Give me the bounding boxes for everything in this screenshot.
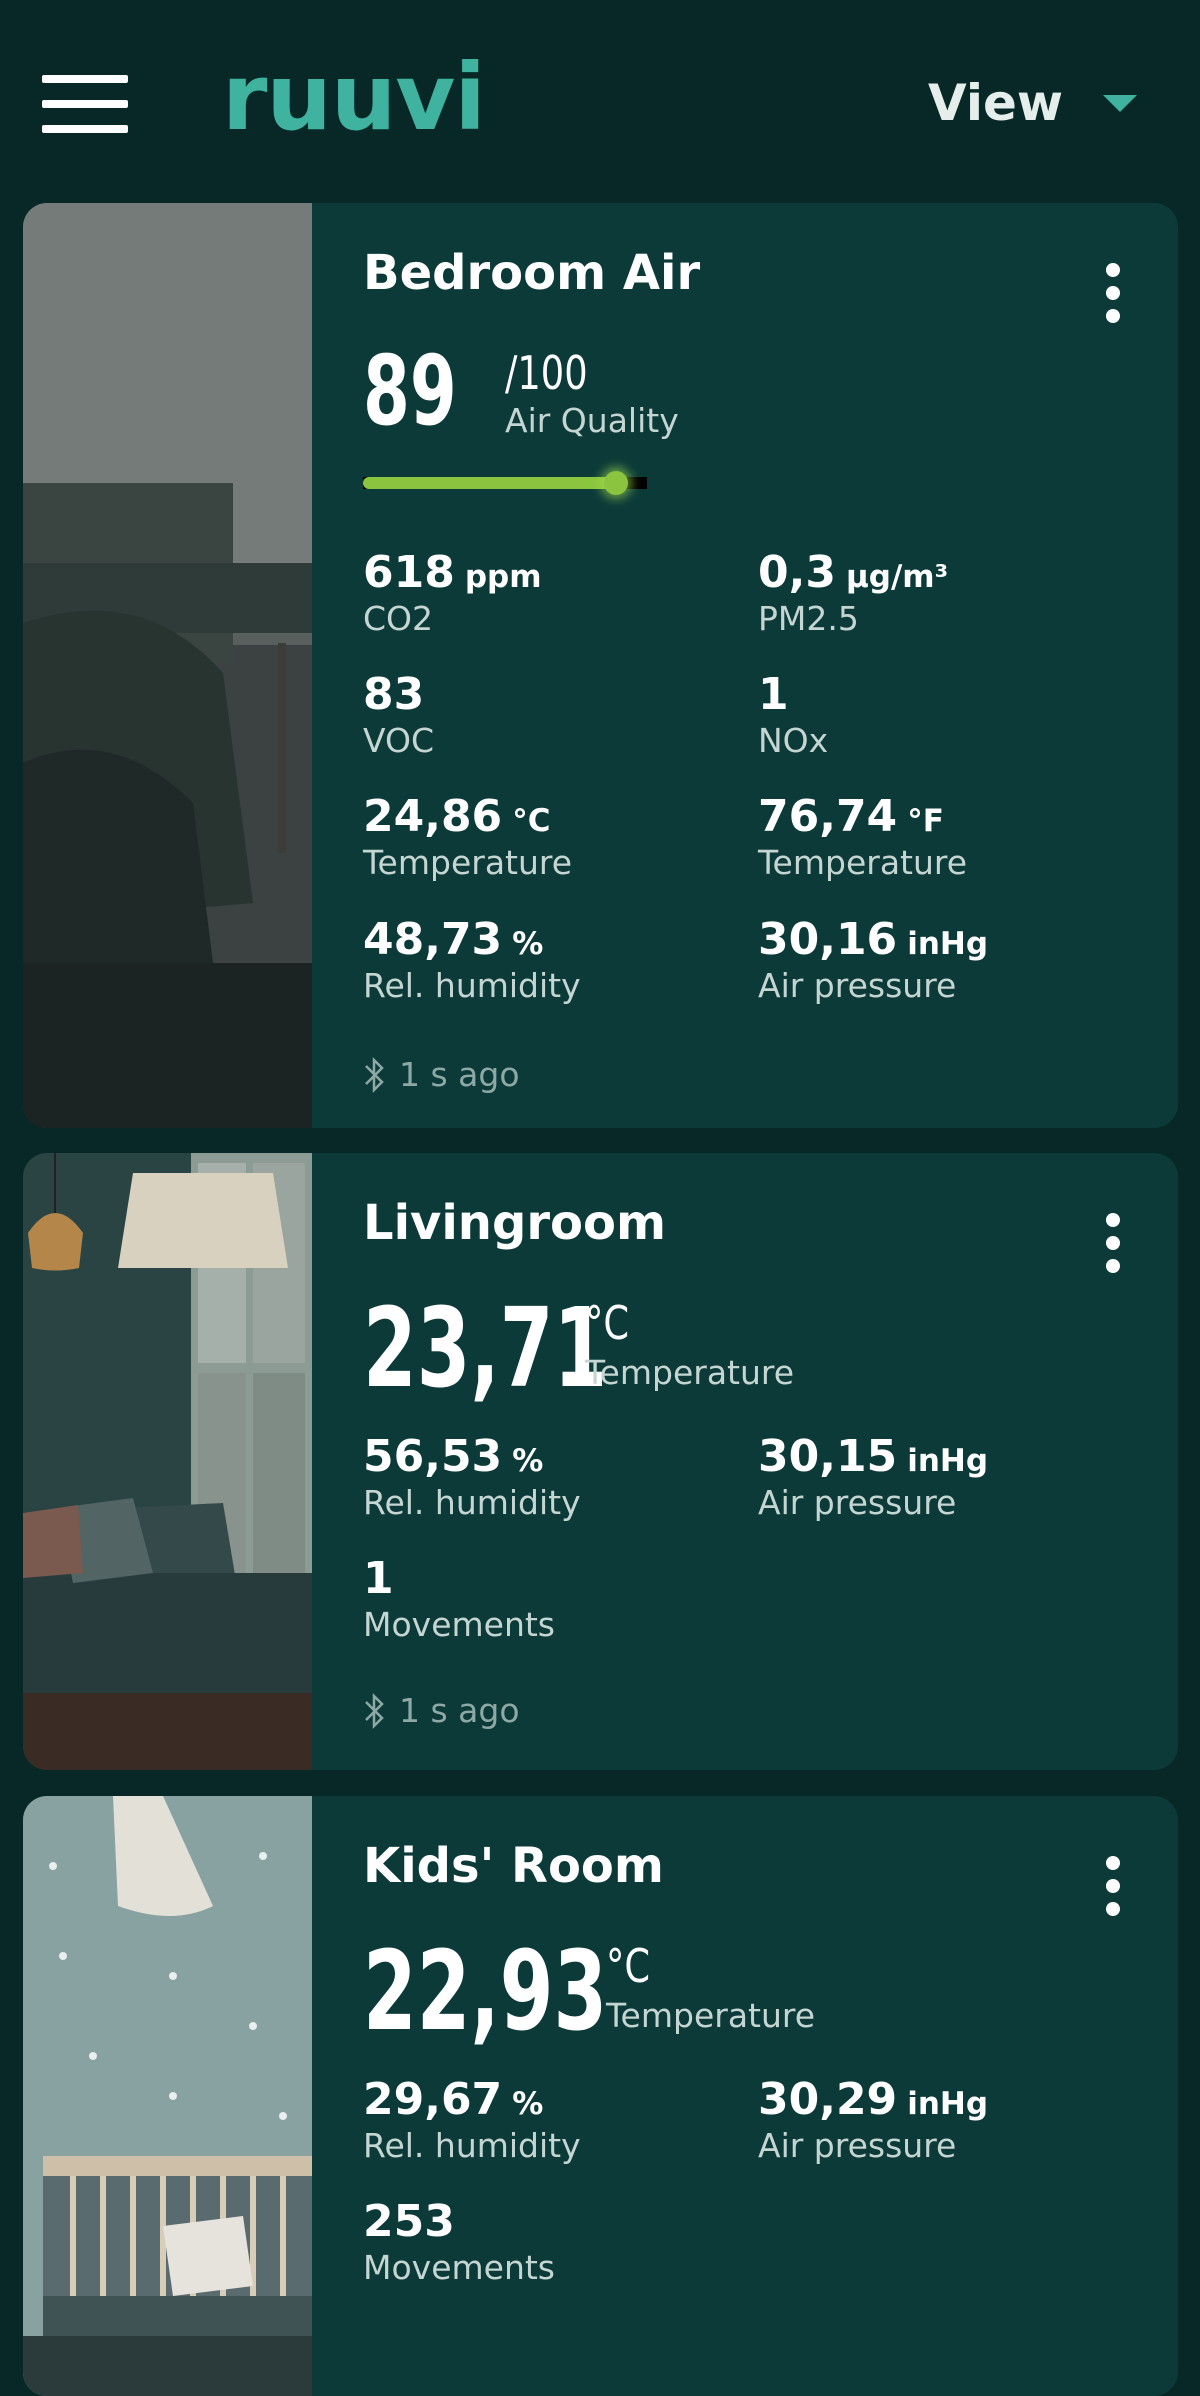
more-options-icon[interactable] xyxy=(1103,1856,1123,1916)
temperature-value: 22,93 xyxy=(363,1927,608,2055)
more-options-icon[interactable] xyxy=(1103,1213,1123,1273)
sensor-card-bedroom-air[interactable]: Bedroom Air 89 /100 Air Quality 618 ppm C… xyxy=(23,203,1178,1128)
metric-air-pressure: 30,15 inHg Air pressure xyxy=(758,1431,989,1523)
metric-temperature-f: 76,74 °F Temperature xyxy=(758,791,968,883)
kids-room-photo xyxy=(23,1796,312,2396)
metric-humidity: 29,67% Rel. humidity xyxy=(363,2074,581,2166)
sensor-card-livingroom[interactable]: Livingroom 23,71 °C Temperature 56,53% R… xyxy=(23,1153,1178,1770)
sensor-name: Kids' Room xyxy=(363,1838,664,1894)
ruuvi-logo: ruuvi xyxy=(222,44,486,151)
card-body: Bedroom Air 89 /100 Air Quality 618 ppm C… xyxy=(363,203,1178,1128)
sensor-name: Livingroom xyxy=(363,1195,666,1251)
air-quality-label: Air Quality xyxy=(505,401,679,440)
metric-nox: 1 NOx xyxy=(758,669,829,761)
bluetooth-icon xyxy=(365,1056,384,1093)
temperature-label: Temperature xyxy=(606,1996,816,2035)
metric-pm25: 0,3 µg/m³ PM2.5 xyxy=(758,547,949,639)
app-header: ruuvi View xyxy=(0,0,1200,200)
card-body: Kids' Room 22,93 °C Temperature 29,67% R… xyxy=(363,1796,1178,2396)
metric-air-pressure: 30,16 inHg Air pressure xyxy=(758,914,989,1006)
last-updated: 1 s ago xyxy=(363,1055,520,1094)
caret-down-icon xyxy=(1103,94,1138,112)
view-dropdown[interactable]: View xyxy=(928,74,1138,132)
last-updated: 1 s ago xyxy=(363,1691,520,1730)
view-label: View xyxy=(928,74,1064,132)
metric-air-pressure: 30,29 inHg Air pressure xyxy=(758,2074,989,2166)
bedroom-photo xyxy=(23,203,312,1128)
metric-humidity: 56,53% Rel. humidity xyxy=(363,1431,581,1523)
temperature-value: 23,71 xyxy=(363,1284,608,1412)
metric-temperature-c: 24,86 °C Temperature xyxy=(363,791,573,883)
metric-movements: 253 Movements xyxy=(363,2196,555,2288)
metric-humidity: 48,73% Rel. humidity xyxy=(363,914,581,1006)
metric-movements: 1 Movements xyxy=(363,1553,555,1645)
temperature-unit: °C xyxy=(585,1296,630,1350)
temperature-unit: °C xyxy=(606,1939,651,1993)
air-quality-bar xyxy=(363,471,647,495)
metric-voc: 83 VOC xyxy=(363,669,435,761)
air-quality-value: 89 xyxy=(363,335,457,447)
card-body: Livingroom 23,71 °C Temperature 56,53% R… xyxy=(363,1153,1178,1770)
more-options-icon[interactable] xyxy=(1103,263,1123,323)
metric-co2: 618 ppm CO2 xyxy=(363,547,542,639)
sensor-card-kids-room[interactable]: Kids' Room 22,93 °C Temperature 29,67% R… xyxy=(23,1796,1178,2396)
air-quality-scale: /100 xyxy=(505,346,588,400)
bluetooth-icon xyxy=(365,1692,384,1729)
hamburger-menu-icon[interactable] xyxy=(42,75,128,133)
temperature-label: Temperature xyxy=(585,1353,795,1392)
sensor-name: Bedroom Air xyxy=(363,245,701,301)
livingroom-photo xyxy=(23,1153,312,1770)
